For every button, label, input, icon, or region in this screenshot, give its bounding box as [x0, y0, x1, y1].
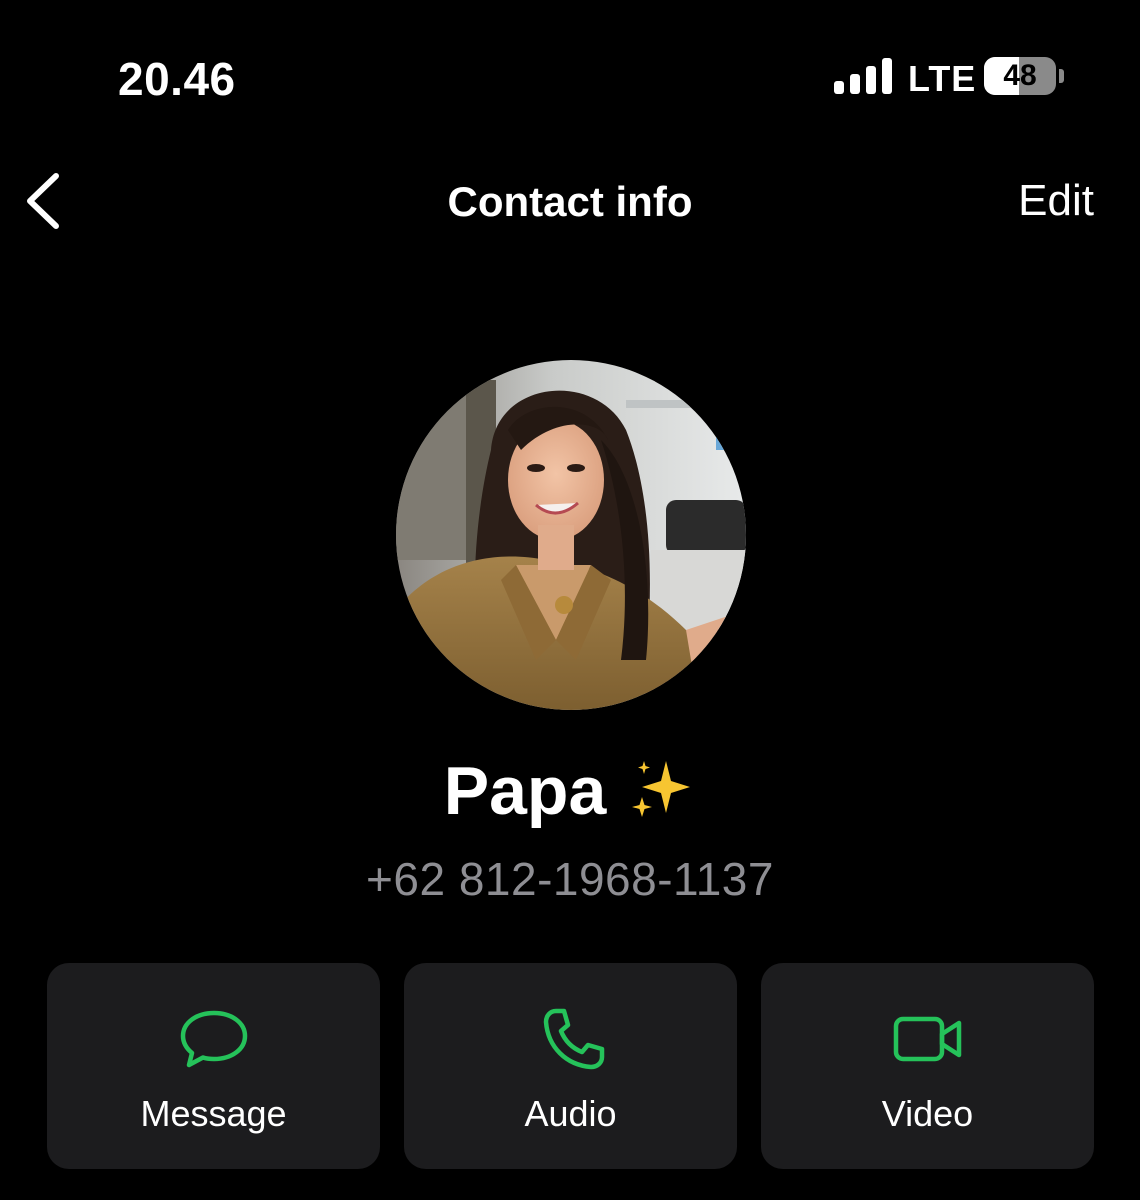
phone-icon — [543, 1008, 604, 1070]
status-bar: 20.46 LTE 48 — [0, 0, 1140, 150]
battery-percent: 48 — [1003, 59, 1037, 92]
battery-icon: 48 — [984, 57, 1056, 95]
video-call-button[interactable]: Video — [761, 963, 1094, 1169]
cellular-signal-icon — [834, 58, 892, 94]
nav-bar: Contact info Edit — [0, 150, 1140, 260]
sparkles-icon — [632, 761, 691, 818]
contact-name-row: Papa — [0, 752, 1140, 830]
page-title: Contact info — [447, 178, 693, 225]
video-camera-icon — [893, 1016, 961, 1062]
action-buttons: Message Audio Video — [47, 963, 1094, 1169]
message-bubble-icon — [180, 1010, 247, 1068]
audio-call-button[interactable]: Audio — [404, 963, 737, 1169]
profile-photo — [396, 360, 746, 710]
network-type: LTE — [908, 58, 977, 99]
contact-phone: +62 812-1968-1137 — [366, 853, 774, 905]
status-time: 20.46 — [118, 53, 236, 105]
avatar[interactable] — [396, 360, 746, 710]
audio-label: Audio — [524, 1093, 617, 1134]
contact-name: Papa — [443, 753, 607, 829]
edit-button[interactable]: Edit — [1018, 176, 1094, 226]
message-label: Message — [140, 1093, 287, 1134]
video-label: Video — [881, 1093, 974, 1134]
battery-tip — [1059, 69, 1064, 83]
message-button[interactable]: Message — [47, 963, 380, 1169]
